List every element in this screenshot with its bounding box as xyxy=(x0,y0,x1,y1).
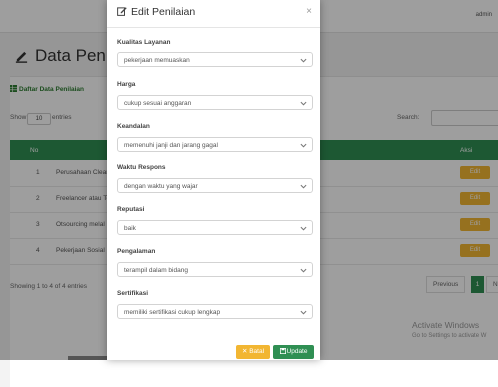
close-icon: ✕ xyxy=(241,348,248,355)
chevron-down-icon xyxy=(300,143,307,148)
label-keandalan: Keandalan xyxy=(117,123,150,130)
select-sertifikasi[interactable]: memiliki sertifikasi cukup lengkap xyxy=(117,304,313,319)
select-value: baik xyxy=(124,225,136,232)
label-harga: Harga xyxy=(117,81,136,88)
update-button-label: Update xyxy=(286,348,308,355)
edit-icon xyxy=(117,7,127,16)
cancel-button-label: Batal xyxy=(249,348,265,355)
select-waktu-respons[interactable]: dengan waktu yang wajar xyxy=(117,178,313,193)
label-reputasi: Reputasi xyxy=(117,206,145,213)
chevron-down-icon xyxy=(300,101,307,106)
label-pengalaman: Pengalaman xyxy=(117,248,156,255)
label-kualitas-layanan: Kualitas Layanan xyxy=(117,39,171,46)
update-button[interactable]: Update xyxy=(273,345,314,359)
select-value: dengan waktu yang wajar xyxy=(124,183,198,190)
modal-divider xyxy=(107,27,320,28)
save-icon xyxy=(279,347,286,354)
edit-penilaian-modal: Edit Penilaian × Kualitas Layanan pekerj… xyxy=(107,0,320,360)
select-keandalan[interactable]: memenuhi janji dan jarang gagal xyxy=(117,137,313,152)
chevron-down-icon xyxy=(300,268,307,273)
chevron-down-icon xyxy=(300,184,307,189)
chevron-down-icon xyxy=(300,226,307,231)
select-harga[interactable]: cukup sesuai anggaran xyxy=(117,95,313,110)
select-kualitas-layanan[interactable]: pekerjaan memuaskan xyxy=(117,52,313,67)
select-reputasi[interactable]: baik xyxy=(117,220,313,235)
select-value: memiliki sertifikasi cukup lengkap xyxy=(124,309,221,316)
cancel-button[interactable]: ✕ Batal xyxy=(236,345,270,359)
chevron-down-icon xyxy=(300,310,307,315)
label-waktu-respons: Waktu Respons xyxy=(117,164,166,171)
close-icon[interactable]: × xyxy=(306,6,312,17)
modal-title: Edit Penilaian xyxy=(117,6,195,18)
modal-title-text: Edit Penilaian xyxy=(131,6,196,18)
label-sertifikasi: Sertifikasi xyxy=(117,290,149,297)
select-value: memenuhi janji dan jarang gagal xyxy=(124,142,218,149)
select-pengalaman[interactable]: terampil dalam bidang xyxy=(117,262,313,277)
select-value: cukup sesuai anggaran xyxy=(124,100,192,107)
select-value: pekerjaan memuaskan xyxy=(124,57,190,64)
chevron-down-icon xyxy=(300,58,307,63)
select-value: terampil dalam bidang xyxy=(124,267,188,274)
